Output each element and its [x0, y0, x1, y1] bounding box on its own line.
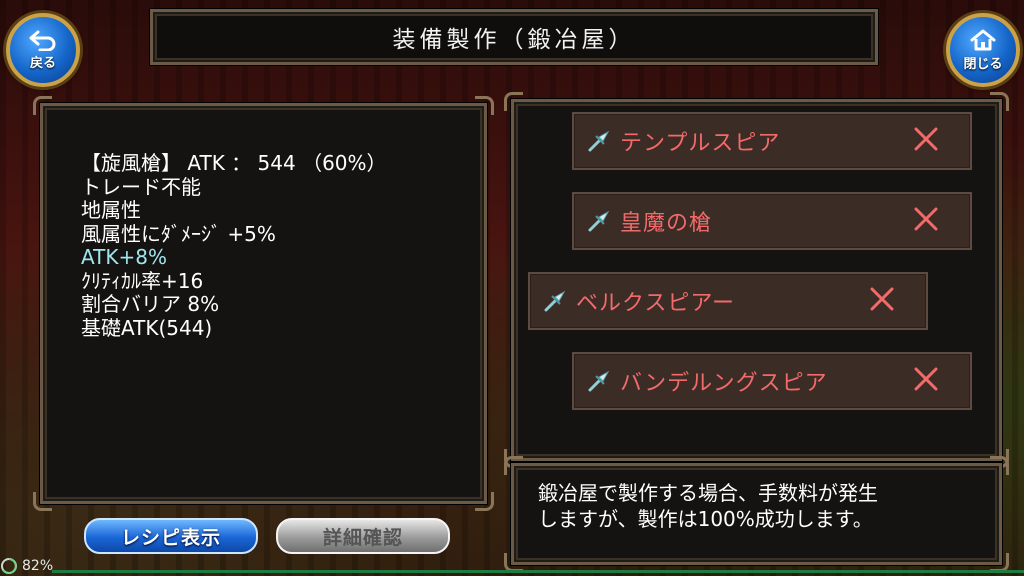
recipe-name: バンデルングスピア	[620, 371, 828, 396]
stat-line-trade: トレード不能	[81, 174, 201, 199]
stat-line-critical: ｸﾘﾃｨｶﾙ率+16	[81, 268, 204, 293]
frame-corner	[475, 492, 494, 511]
spear-icon	[588, 370, 610, 392]
frame-corner	[33, 96, 52, 115]
cross-mark-icon	[914, 127, 938, 151]
item-stats: 【旋風槍】 ATK ： 544 （60%） トレード不能 地属性 風属性にﾀﾞﾒ…	[81, 151, 481, 340]
stat-line-wind-damage: 風属性にﾀﾞﾒｰｼﾞ +5%	[81, 221, 276, 246]
return-arrow-icon	[29, 30, 56, 51]
stat-line-element: 地属性	[81, 198, 141, 222]
frame-corner	[504, 456, 523, 475]
frame-corner	[504, 92, 523, 111]
battery-level: 82%	[22, 558, 54, 574]
status-line	[52, 570, 1024, 573]
home-icon	[970, 29, 996, 51]
recipe-name: テンプルスピア	[620, 131, 781, 156]
stat-line-base-atk: 基礎ATK(544)	[81, 315, 213, 340]
battery-icon	[1, 558, 17, 574]
recipe-name: 皇魔の槍	[620, 211, 713, 236]
frame-corner	[475, 96, 494, 115]
back-button[interactable]: 戻る	[6, 13, 80, 87]
battery-indicator: 82%	[0, 556, 53, 576]
back-label: 戻る	[29, 56, 56, 71]
stat-line-barrier: 割合バリア 8%	[81, 292, 220, 316]
info-text-line: しますが、製作は100%成功します。	[538, 507, 873, 531]
recipe-name: ベルクスピアー	[576, 291, 736, 316]
recipe-item-selected[interactable]: ベルクスピアー	[528, 272, 928, 330]
recipe-item[interactable]: テンプルスピア	[572, 112, 972, 170]
frame-corner	[33, 492, 52, 511]
close-button[interactable]: 閉じる	[946, 13, 1020, 87]
spear-icon	[588, 130, 610, 152]
info-panel: 鍛冶屋で製作する場合、手数料が発生 しますが、製作は100%成功します。	[504, 456, 1009, 572]
stat-line-name: 【旋風槍】 ATK ： 544 （60%）	[81, 151, 387, 175]
cross-mark-icon	[914, 207, 938, 231]
recipe-item[interactable]: バンデルングスピア	[572, 352, 972, 410]
item-details-panel: 【旋風槍】 ATK ： 544 （60%） トレード不能 地属性 風属性にﾀﾞﾒ…	[33, 96, 494, 511]
cross-mark-icon	[870, 287, 894, 311]
close-label: 閉じる	[963, 57, 1003, 72]
info-text: 鍛冶屋で製作する場合、手数料が発生 しますが、製作は100%成功します。	[538, 480, 988, 532]
detail-confirm-button[interactable]: 詳細確認	[276, 518, 450, 554]
recipe-display-button[interactable]: レシピ表示	[84, 518, 258, 554]
title-bar: 装備製作（鍛冶屋）	[150, 9, 878, 65]
frame-corner	[990, 92, 1009, 111]
cross-mark-icon	[914, 367, 938, 391]
recipe-item[interactable]: 皇魔の槍	[572, 192, 972, 250]
spear-icon	[588, 210, 610, 232]
frame-corner	[990, 456, 1009, 475]
page-title: 装備製作（鍛冶屋）	[392, 27, 636, 53]
info-text-line: 鍛冶屋で製作する場合、手数料が発生	[538, 481, 878, 505]
stat-line-atk-bonus: ATK+8%	[81, 245, 167, 269]
spear-icon	[544, 290, 566, 312]
